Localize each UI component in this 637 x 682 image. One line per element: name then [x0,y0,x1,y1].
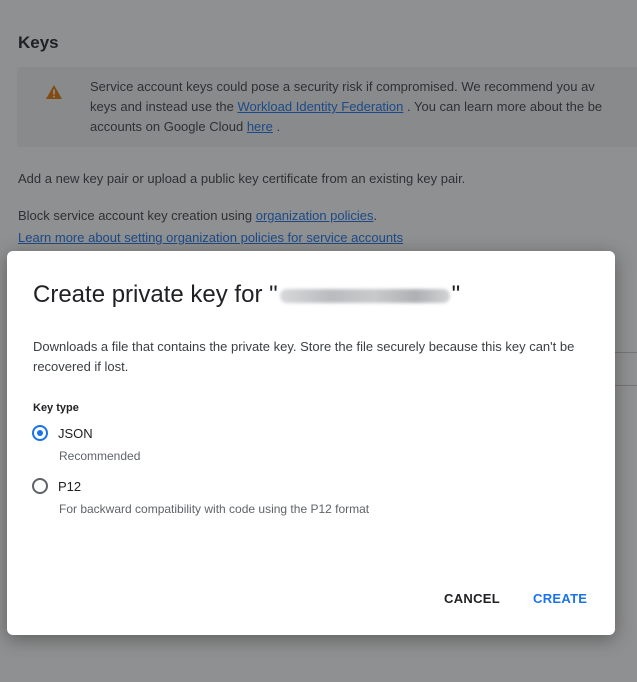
key-type-json-option[interactable]: JSON [32,425,93,441]
key-type-p12-option[interactable]: P12 [32,478,81,494]
radio-checked-icon[interactable] [32,425,48,441]
json-option-label[interactable]: JSON [58,426,93,441]
redacted-account-name [279,288,450,303]
key-type-label: Key type [33,402,79,414]
dialog-description: Downloads a file that contains the priva… [33,339,575,374]
create-button[interactable]: CREATE [533,591,587,606]
json-option-help: Recommended [59,449,141,463]
cancel-button[interactable]: CANCEL [444,591,500,606]
p12-option-label[interactable]: P12 [58,479,81,494]
radio-unchecked-icon[interactable] [32,478,48,494]
create-private-key-dialog: Create private key for " " Downloads a fi… [7,251,615,635]
p12-option-help: For backward compatibility with code usi… [59,502,370,516]
dialog-title: Create private key for " " [33,281,461,308]
